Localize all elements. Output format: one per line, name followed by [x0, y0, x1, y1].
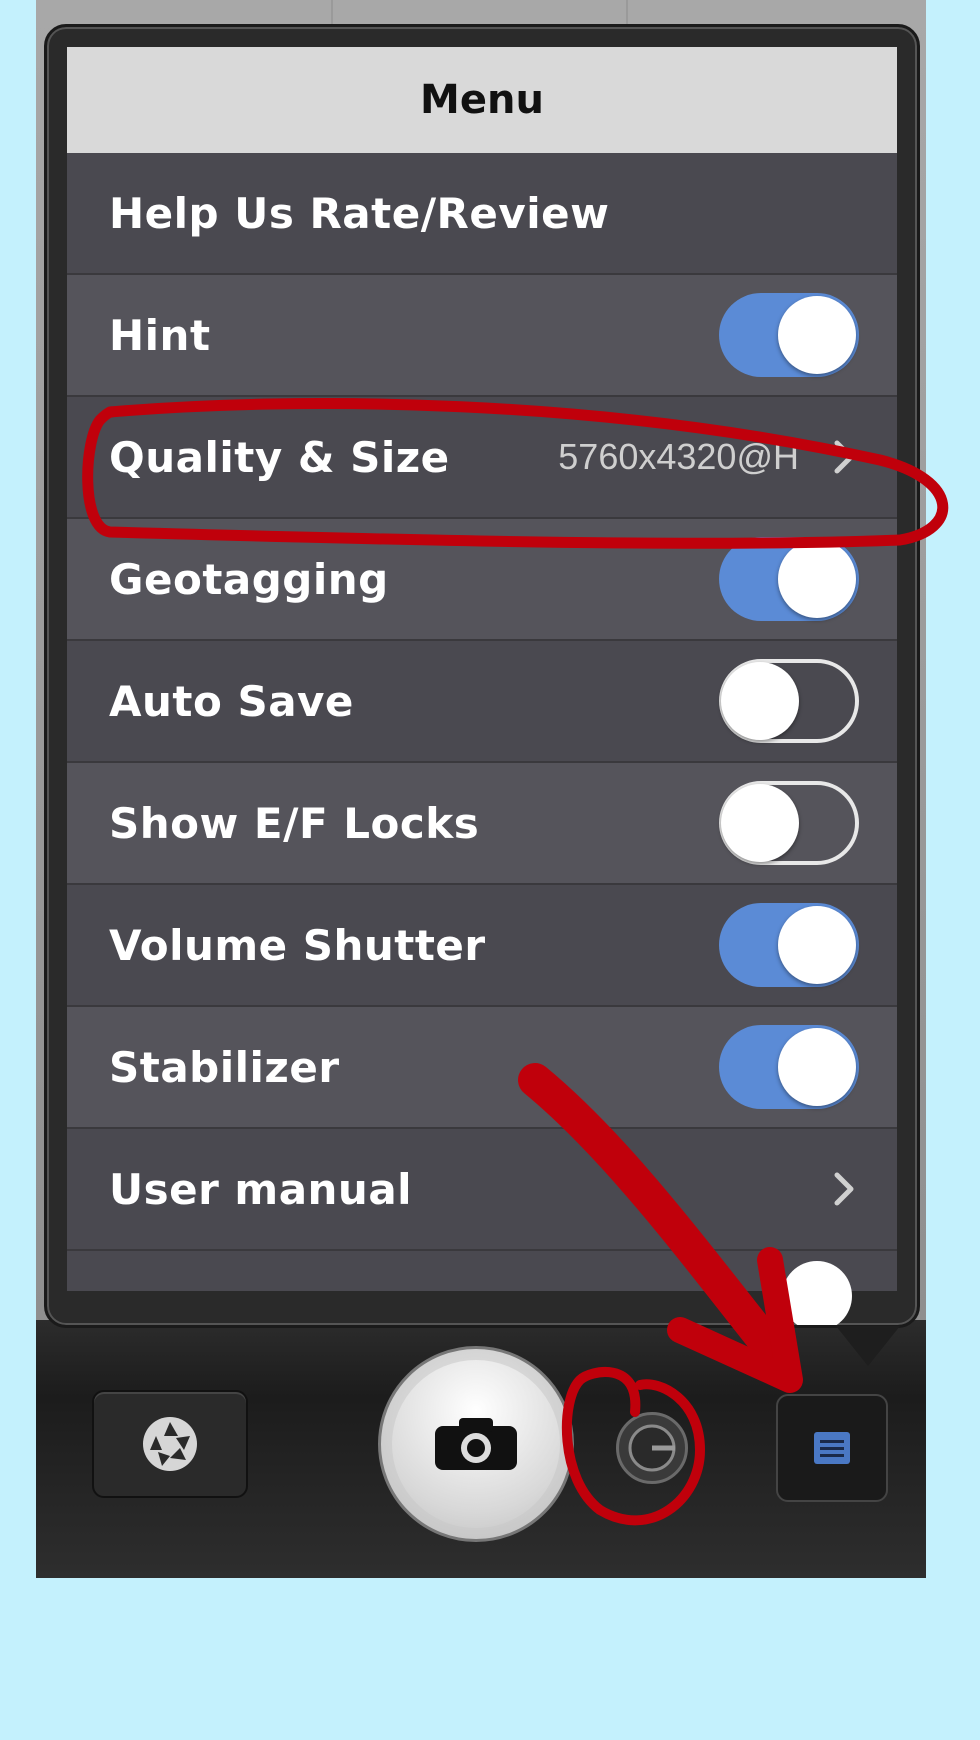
menu-item-partial: [67, 1251, 897, 1325]
menu-item-label: Volume Shutter: [109, 920, 486, 970]
menu-item-label: User manual: [109, 1164, 413, 1214]
timer-button[interactable]: [616, 1412, 688, 1484]
menu-list: Help Us Rate/Review Hint Quality & Size …: [67, 153, 897, 1325]
menu-item-auto-save: Auto Save: [67, 641, 897, 763]
menu-button[interactable]: [776, 1394, 888, 1502]
timer-icon: [628, 1424, 676, 1472]
menu-item-volume-shutter: Volume Shutter: [67, 885, 897, 1007]
menu-popover: Menu Help Us Rate/Review Hint Quality & …: [44, 24, 920, 1328]
menu-title: Menu: [67, 47, 897, 153]
toggle-knob: [778, 906, 856, 984]
menu-item-quality-size[interactable]: Quality & Size 5760x4320@H: [67, 397, 897, 519]
menu-item-label: Geotagging: [109, 554, 389, 604]
menu-item-label: Show E/F Locks: [109, 798, 480, 848]
geotagging-toggle[interactable]: [719, 537, 859, 621]
aperture-button[interactable]: [92, 1390, 248, 1498]
menu-item-label: Quality & Size: [109, 432, 450, 482]
volume-shutter-toggle[interactable]: [719, 903, 859, 987]
toggle-knob: [721, 784, 799, 862]
camera-icon: [435, 1418, 517, 1470]
menu-item-hint: Hint: [67, 275, 897, 397]
menu-item-label: Hint: [109, 310, 211, 360]
hint-toggle[interactable]: [719, 293, 859, 377]
chevron-right-icon: [834, 1172, 854, 1206]
toggle-knob: [782, 1261, 852, 1325]
menu-item-label: Auto Save: [109, 676, 354, 726]
menu-item-stabilizer: Stabilizer: [67, 1007, 897, 1129]
toggle-knob: [778, 296, 856, 374]
menu-list-icon: [814, 1432, 850, 1464]
quality-size-value: 5760x4320@H: [558, 436, 799, 477]
show-ef-locks-toggle[interactable]: [719, 781, 859, 865]
toggle-knob: [778, 540, 856, 618]
chevron-right-icon: [834, 440, 854, 474]
camera-app-screen: Menu Help Us Rate/Review Hint Quality & …: [36, 0, 926, 1578]
popover-pointer: [836, 1326, 900, 1366]
aperture-icon: [143, 1417, 197, 1471]
stabilizer-toggle[interactable]: [719, 1025, 859, 1109]
menu-item-show-ef-locks: Show E/F Locks: [67, 763, 897, 885]
menu-item-label: Help Us Rate/Review: [109, 188, 610, 238]
shutter-button[interactable]: [378, 1346, 574, 1542]
menu-item-help-rate-review[interactable]: Help Us Rate/Review: [67, 153, 897, 275]
menu-item-geotagging: Geotagging: [67, 519, 897, 641]
toggle-knob: [721, 662, 799, 740]
toggle-knob: [778, 1028, 856, 1106]
menu-item-label: Stabilizer: [109, 1042, 340, 1092]
shutter-button-face: [392, 1360, 560, 1528]
menu-item-user-manual[interactable]: User manual: [67, 1129, 897, 1251]
auto-save-toggle[interactable]: [719, 659, 859, 743]
